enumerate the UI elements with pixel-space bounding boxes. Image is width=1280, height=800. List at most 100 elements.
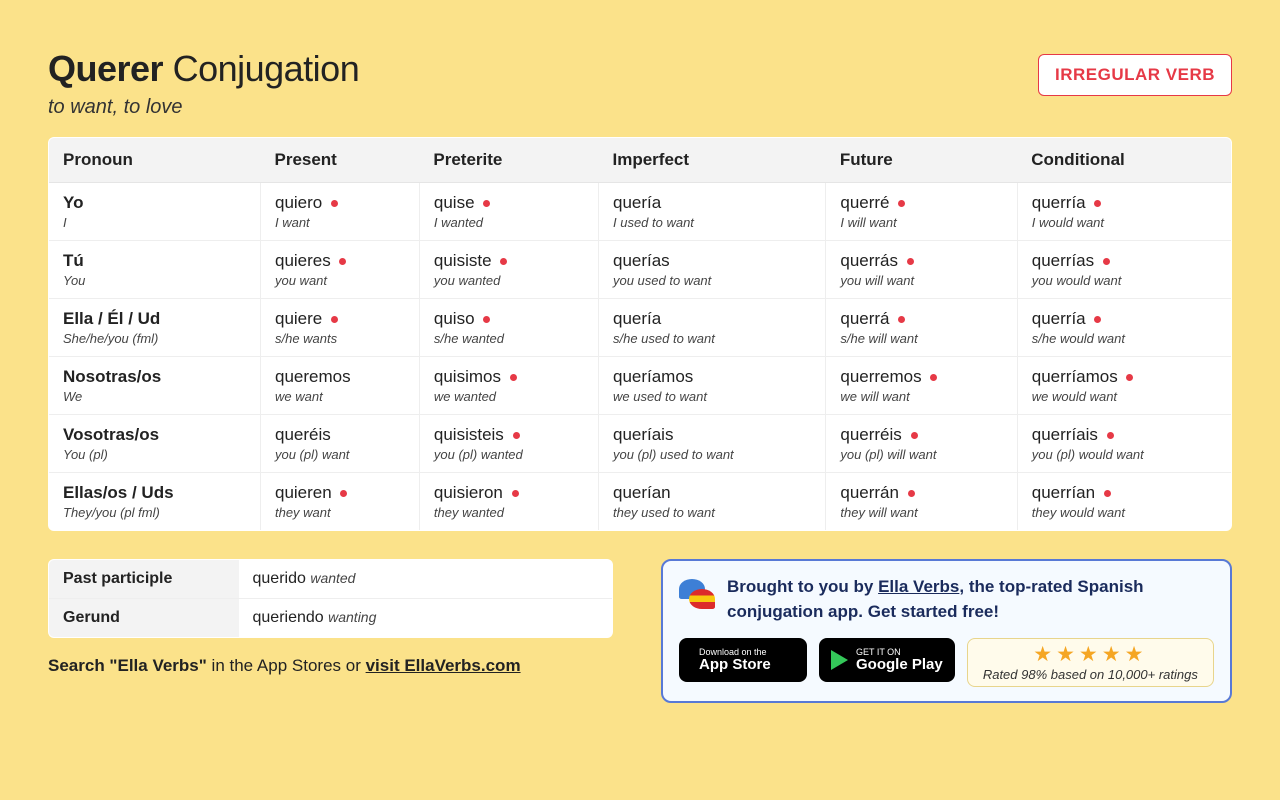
gerund-label: Gerund	[49, 599, 239, 638]
irregular-dot-icon	[339, 258, 346, 265]
column-header: Present	[260, 138, 419, 183]
table-row: TúYouquieres you wantquisiste you wanted…	[49, 241, 1232, 299]
verb-definition: to want, to love	[48, 96, 359, 119]
google-play-button[interactable]: GET IT ON Google Play	[819, 638, 955, 682]
conjugation-translation: you (pl) used to want	[613, 447, 811, 462]
past-participle-form: querido	[253, 570, 306, 587]
column-header: Preterite	[419, 138, 598, 183]
conjugation-translation: you wanted	[434, 273, 584, 288]
irregular-dot-icon	[483, 316, 490, 323]
conjugation-form: queríamos	[613, 367, 811, 387]
past-participle-trans: wanted	[310, 570, 355, 586]
conjugation-form: querría	[1032, 193, 1217, 213]
irregular-dot-icon	[911, 432, 918, 439]
conjugation-form: quisieron	[434, 483, 584, 503]
conjugation-table: PronounPresentPreteriteImperfectFutureCo…	[48, 137, 1232, 531]
conjugation-form: queremos	[275, 367, 405, 387]
conjugation-form: querríamos	[1032, 367, 1217, 387]
conjugation-translation: s/he will want	[840, 331, 1002, 346]
pronoun-es: Nosotras/os	[63, 367, 246, 387]
conjugation-translation: I want	[275, 215, 405, 230]
conjugation-form: quise	[434, 193, 584, 213]
pronoun-es: Yo	[63, 193, 246, 213]
conjugation-translation: you want	[275, 273, 405, 288]
conjugation-translation: they wanted	[434, 505, 584, 520]
table-row: Past participle querido wanted	[49, 560, 613, 599]
pronoun-en: I	[63, 215, 246, 230]
conjugation-translation: you (pl) would want	[1032, 447, 1217, 462]
column-header: Conditional	[1017, 138, 1231, 183]
past-participle-label: Past participle	[49, 560, 239, 599]
column-header: Imperfect	[598, 138, 825, 183]
irregular-dot-icon	[1103, 258, 1110, 265]
conjugation-form: querrá	[840, 309, 1002, 329]
table-row: Gerund queriendo wanting	[49, 599, 613, 638]
conjugation-translation: you will want	[840, 273, 1002, 288]
conjugation-translation: s/he would want	[1032, 331, 1217, 346]
visit-link[interactable]: visit EllaVerbs.com	[366, 656, 521, 675]
irregular-badge: IRREGULAR VERB	[1038, 54, 1232, 96]
conjugation-form: quieren	[275, 483, 405, 503]
verb-name: Querer	[48, 48, 163, 89]
irregular-dot-icon	[1094, 316, 1101, 323]
promo-text: Brought to you by Ella Verbs, the top-ra…	[727, 575, 1214, 624]
irregular-dot-icon	[500, 258, 507, 265]
conjugation-form: querrías	[1032, 251, 1217, 271]
column-header: Future	[826, 138, 1017, 183]
irregular-dot-icon	[898, 316, 905, 323]
star-icon: ★★★★★	[978, 643, 1203, 666]
conjugation-translation: they want	[275, 505, 405, 520]
conjugation-form: quiero	[275, 193, 405, 213]
conjugation-form: quería	[613, 193, 811, 213]
irregular-dot-icon	[512, 490, 519, 497]
pronoun-en: We	[63, 389, 246, 404]
promo-box: Brought to you by Ella Verbs, the top-ra…	[661, 559, 1232, 703]
conjugation-translation: we wanted	[434, 389, 584, 404]
gerund-trans: wanting	[328, 609, 376, 625]
irregular-dot-icon	[930, 374, 937, 381]
irregular-dot-icon	[340, 490, 347, 497]
conjugation-form: quiso	[434, 309, 584, 329]
conjugation-form: querréis	[840, 425, 1002, 445]
conjugation-translation: we used to want	[613, 389, 811, 404]
conjugation-translation: we would want	[1032, 389, 1217, 404]
conjugation-translation: they will want	[840, 505, 1002, 520]
conjugation-translation: you (pl) want	[275, 447, 405, 462]
conjugation-form: quisisteis	[434, 425, 584, 445]
page-title: Querer Conjugation	[48, 48, 359, 90]
conjugation-form: querrían	[1032, 483, 1217, 503]
conjugation-form: querían	[613, 483, 811, 503]
conjugation-translation: s/he wanted	[434, 331, 584, 346]
pronoun-en: You (pl)	[63, 447, 246, 462]
irregular-dot-icon	[1104, 490, 1111, 497]
conjugation-form: quisimos	[434, 367, 584, 387]
conjugation-translation: I used to want	[613, 215, 811, 230]
conjugation-form: querré	[840, 193, 1002, 213]
irregular-dot-icon	[898, 200, 905, 207]
table-row: Ella / Él / UdShe/he/you (fml)quiere s/h…	[49, 299, 1232, 357]
table-row: Vosotras/osYou (pl)queréisyou (pl) wantq…	[49, 415, 1232, 473]
title-word: Conjugation	[173, 48, 360, 89]
conjugation-translation: we want	[275, 389, 405, 404]
conjugation-translation: I would want	[1032, 215, 1217, 230]
app-logo-icon	[679, 577, 715, 613]
brand-link[interactable]: Ella Verbs	[878, 577, 959, 596]
conjugation-translation: s/he wants	[275, 331, 405, 346]
conjugation-form: querías	[613, 251, 811, 271]
rating-text: Rated 98% based on 10,000+ ratings	[978, 667, 1203, 682]
conjugation-translation: s/he used to want	[613, 331, 811, 346]
table-row: Ellas/os / UdsThey/you (pl fml)quieren t…	[49, 473, 1232, 531]
irregular-dot-icon	[510, 374, 517, 381]
participles-table: Past participle querido wanted Gerund qu…	[48, 559, 613, 638]
app-store-button[interactable]: Download on the App Store	[679, 638, 807, 682]
conjugation-translation: they would want	[1032, 505, 1217, 520]
search-note: Search "Ella Verbs" in the App Stores or…	[48, 656, 613, 676]
conjugation-translation: we will want	[840, 389, 1002, 404]
conjugation-translation: you (pl) will want	[840, 447, 1002, 462]
irregular-dot-icon	[1094, 200, 1101, 207]
conjugation-translation: I wanted	[434, 215, 584, 230]
irregular-dot-icon	[331, 316, 338, 323]
irregular-dot-icon	[331, 200, 338, 207]
irregular-dot-icon	[1126, 374, 1133, 381]
table-row: Nosotras/os We queremos we want quisimos we …	[49, 357, 1232, 415]
